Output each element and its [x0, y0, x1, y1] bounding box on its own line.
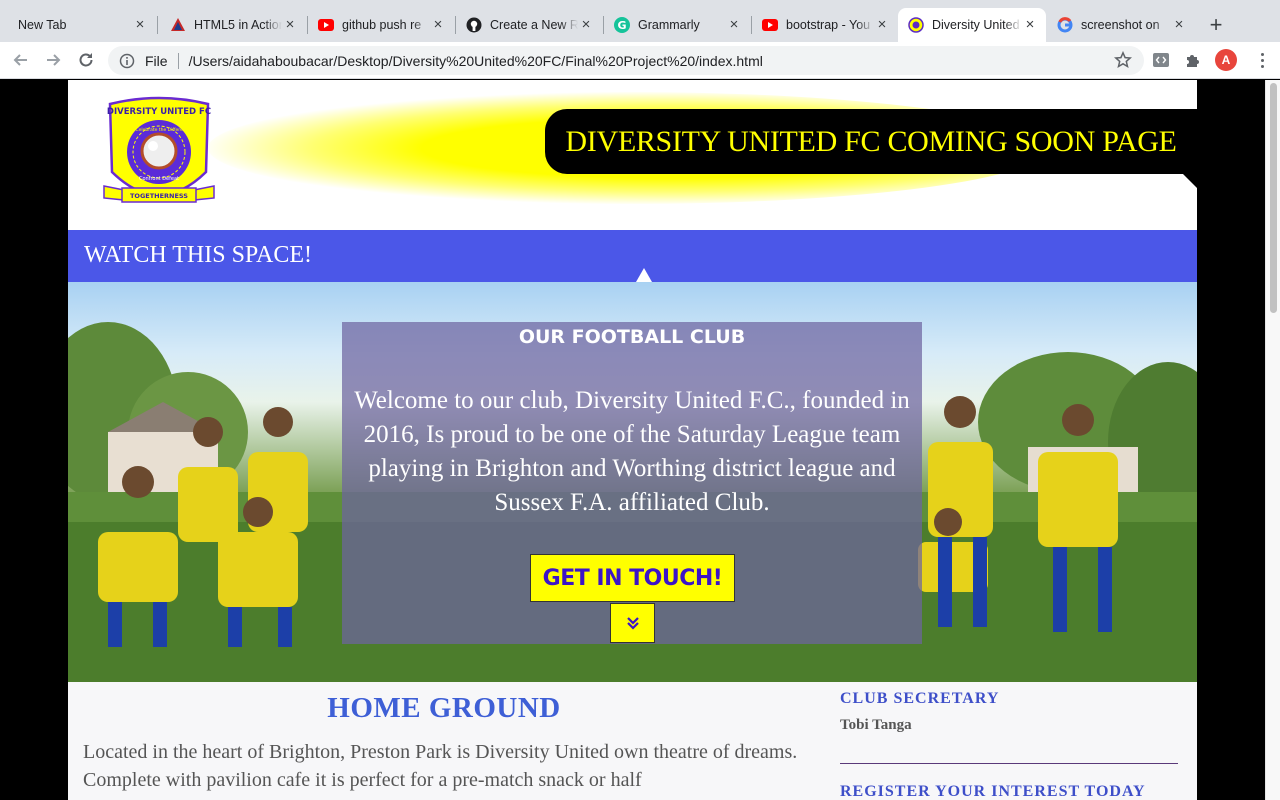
- logo-ribbon: TOGETHERNESS: [130, 192, 188, 200]
- kebab-menu-icon[interactable]: [1252, 49, 1272, 71]
- url-scheme-label: File: [145, 52, 168, 69]
- close-icon[interactable]: ×: [282, 17, 298, 33]
- hero-section: OUR FOOTBALL CLUB Welcome to our club, D…: [68, 282, 1197, 682]
- tab-grammarly[interactable]: G Grammarly ×: [604, 8, 750, 42]
- new-tab-button[interactable]: +: [1204, 14, 1228, 38]
- grammarly-icon: G: [614, 17, 630, 33]
- home-ground-heading: HOME GROUND: [327, 692, 561, 724]
- close-icon[interactable]: ×: [1022, 17, 1038, 33]
- banner-fold-decoration: [1183, 174, 1197, 188]
- tab-title: screenshot on: [1081, 18, 1160, 32]
- tab-title: Diversity United: [932, 18, 1020, 32]
- tab-title: github push re: [342, 18, 422, 32]
- tab-github-push[interactable]: github push re ×: [308, 8, 454, 42]
- watch-banner-text: WATCH THIS SPACE!: [84, 242, 313, 268]
- site-page: DIVERSITY UNITED FC We Celebrate the Dif…: [68, 80, 1197, 800]
- tab-new-tab[interactable]: New Tab ×: [8, 8, 156, 42]
- info-icon[interactable]: [119, 53, 135, 69]
- svg-text:G: G: [617, 19, 626, 32]
- forward-arrow-icon[interactable]: [41, 48, 65, 72]
- github-icon: [466, 17, 482, 33]
- tab-title: Grammarly: [638, 18, 700, 32]
- page-scrollbar[interactable]: [1265, 80, 1280, 800]
- tab-create-new-repo[interactable]: Create a New R ×: [456, 8, 602, 42]
- club-intro-text: Welcome to our club, Diversity United F.…: [354, 387, 910, 516]
- close-icon[interactable]: ×: [132, 17, 148, 33]
- html5-triangle-icon: [170, 17, 186, 33]
- club-crest-icon: [908, 17, 924, 33]
- extensions-puzzle-icon[interactable]: [1182, 49, 1204, 71]
- logo-motto: Confront Defeat: [139, 176, 179, 182]
- tab-html5-in-action[interactable]: HTML5 in Action ×: [160, 8, 306, 42]
- tab-title: New Tab: [18, 18, 67, 32]
- browser-toolbar: File /Users/aidahaboubacar/Desktop/Diver…: [0, 42, 1280, 79]
- club-logo[interactable]: DIVERSITY UNITED FC We Celebrate the Dif…: [98, 94, 220, 214]
- youtube-icon: [318, 17, 334, 33]
- tab-screenshot-search[interactable]: screenshot on ×: [1047, 8, 1195, 42]
- scroll-down-button[interactable]: [610, 603, 655, 643]
- youtube-icon: [762, 17, 778, 33]
- tab-title: HTML5 in Action: [194, 18, 282, 32]
- content-section: HOME GROUND Located in the heart of Brig…: [68, 682, 1197, 800]
- get-in-touch-button[interactable]: GET IN TOUCH!: [530, 554, 735, 602]
- watch-banner: WATCH THIS SPACE!: [68, 230, 1197, 282]
- page-title: DIVERSITY UNITED FC COMING SOON PAGE: [565, 124, 1177, 158]
- caret-up-icon: [636, 268, 652, 282]
- address-bar[interactable]: File /Users/aidahaboubacar/Desktop/Diver…: [108, 46, 1144, 75]
- club-intro-heading: OUR FOOTBALL CLUB: [518, 326, 746, 348]
- register-interest-heading: REGISTER YOUR INTEREST TODAY: [840, 783, 1146, 800]
- tab-diversity-united[interactable]: Diversity United ×: [898, 8, 1046, 42]
- home-ground-text: Located in the heart of Brighton, Presto…: [83, 741, 798, 791]
- google-icon: [1057, 17, 1073, 33]
- tab-separator: [157, 16, 158, 34]
- club-secretary-heading: CLUB SECRETARY: [840, 690, 1000, 707]
- url-divider: [177, 52, 179, 69]
- tab-title: bootstrap - You: [786, 18, 871, 32]
- reload-icon[interactable]: [74, 48, 98, 72]
- double-chevron-down-icon: [626, 617, 639, 630]
- logo-top-text: DIVERSITY UNITED FC: [107, 107, 211, 117]
- close-icon[interactable]: ×: [874, 17, 890, 33]
- page-viewport: DIVERSITY UNITED FC We Celebrate the Dif…: [0, 80, 1280, 800]
- page-title-banner: DIVERSITY UNITED FC COMING SOON PAGE: [545, 109, 1197, 174]
- url-text[interactable]: /Users/aidahaboubacar/Desktop/Diversity%…: [189, 53, 763, 69]
- tab-title: Create a New R: [490, 18, 578, 32]
- site-header: DIVERSITY UNITED FC We Celebrate the Dif…: [68, 80, 1197, 230]
- tab-strip: New Tab × HTML5 in Action × github push …: [0, 0, 1280, 42]
- tab-bootstrap-youtube[interactable]: bootstrap - You ×: [752, 8, 898, 42]
- code-extension-icon[interactable]: [1150, 49, 1172, 71]
- club-intro-panel: OUR FOOTBALL CLUB Welcome to our club, D…: [342, 322, 922, 644]
- sidebar-divider: [840, 763, 1178, 764]
- scrollbar-thumb[interactable]: [1270, 83, 1277, 313]
- logo-ring-text: We Celebrate the Difference: [127, 127, 191, 133]
- close-icon[interactable]: ×: [1171, 17, 1187, 33]
- close-icon[interactable]: ×: [726, 17, 742, 33]
- close-icon[interactable]: ×: [430, 17, 446, 33]
- club-secretary-name: Tobi Tanga: [840, 717, 912, 733]
- bookmark-star-icon[interactable]: [1113, 50, 1133, 72]
- close-icon[interactable]: ×: [578, 17, 594, 33]
- profile-avatar[interactable]: A: [1215, 49, 1237, 71]
- back-arrow-icon[interactable]: [9, 48, 33, 72]
